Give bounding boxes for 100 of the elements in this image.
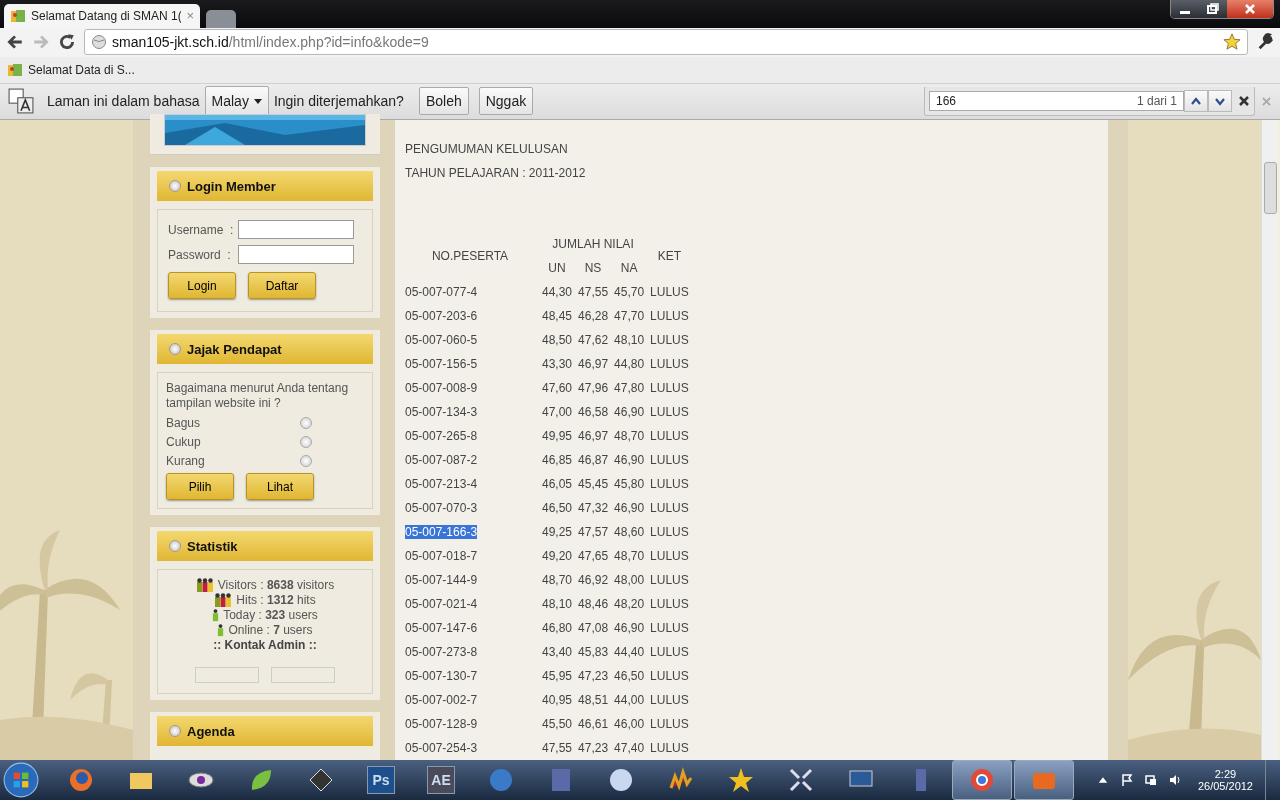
translate-button[interactable]: Boleh bbox=[418, 87, 469, 116]
table-cell-text: 47,96 bbox=[577, 380, 610, 397]
form-button[interactable]: Daftar bbox=[248, 272, 316, 299]
table-cell-text: LULUS bbox=[649, 452, 690, 469]
table-cell-text: 48,00 bbox=[613, 572, 646, 589]
radio-button[interactable] bbox=[300, 436, 312, 448]
stat-text: Visitors : 8638 visitors bbox=[217, 578, 335, 592]
bullet-icon bbox=[169, 343, 181, 355]
browser-tab[interactable] bbox=[206, 9, 236, 28]
column-header: JUMLAH NILAI bbox=[551, 236, 635, 253]
minimize-button[interactable] bbox=[1171, 0, 1199, 18]
table-cell: 05-007-021-4 bbox=[405, 597, 478, 611]
table-cell-text: 47,23 bbox=[577, 668, 610, 685]
reload-icon[interactable] bbox=[58, 33, 76, 52]
radio-button[interactable] bbox=[300, 417, 312, 429]
table-cell-text: 46,90 bbox=[613, 404, 646, 421]
table-cell-text: 46,90 bbox=[613, 452, 646, 469]
table-cell-text: LULUS bbox=[649, 500, 690, 517]
table-cell: 05-007-147-6 bbox=[405, 621, 478, 635]
table-cell-text: 43,30 bbox=[541, 356, 574, 373]
column-header: KET bbox=[656, 248, 683, 265]
table-cell-text: 48,50 bbox=[541, 332, 574, 349]
option-label: Bagus bbox=[166, 416, 201, 430]
clock[interactable]: 2:29 26/05/2012 bbox=[1197, 768, 1253, 792]
table-cell-text: 46,00 bbox=[613, 716, 646, 733]
close-icon[interactable] bbox=[1238, 94, 1250, 107]
input-field[interactable] bbox=[238, 220, 354, 239]
form-button[interactable]: Login bbox=[168, 272, 236, 299]
table-cell-text: 45,45 bbox=[577, 476, 610, 493]
table-cell-text: LULUS bbox=[649, 596, 690, 613]
language-dropdown[interactable]: Malay bbox=[204, 86, 269, 117]
people-icon bbox=[214, 593, 233, 607]
bookmark-item[interactable]: Selamat Data di S... bbox=[7, 61, 135, 78]
radio-button[interactable] bbox=[300, 455, 312, 467]
scroll-thumb[interactable] bbox=[1264, 162, 1277, 214]
form-button[interactable]: Pilih bbox=[166, 473, 234, 500]
address-bar[interactable]: sman105-jkt.sch.id/html/index.php?id=info&kode=9 bbox=[84, 29, 1248, 56]
table-cell-text: 46,05 bbox=[541, 476, 574, 493]
translate-button[interactable]: Nggak bbox=[478, 87, 534, 116]
table-cell-text: 46,90 bbox=[613, 620, 646, 637]
table-cell-text: LULUS bbox=[649, 548, 690, 565]
table-cell: 05-007-077-4 bbox=[405, 285, 478, 299]
school-icon bbox=[7, 61, 23, 78]
table-cell-text: 45,80 bbox=[613, 476, 646, 493]
table-cell: 05-007-130-7 bbox=[405, 669, 478, 683]
table-cell-text: 45,70 bbox=[613, 284, 646, 301]
table-cell-text: 46,87 bbox=[577, 452, 610, 469]
table-cell-text: LULUS bbox=[649, 668, 690, 685]
school-icon bbox=[10, 7, 26, 24]
table-cell-text: LULUS bbox=[649, 332, 690, 349]
table-cell-text: 47,60 bbox=[541, 380, 574, 397]
input-field[interactable] bbox=[238, 245, 354, 264]
table-cell: 05-007-203-6 bbox=[405, 309, 478, 323]
input-field[interactable] bbox=[271, 667, 335, 683]
table-cell-text: LULUS bbox=[649, 380, 690, 397]
input-field[interactable] bbox=[195, 667, 259, 683]
restore-button[interactable] bbox=[1199, 0, 1227, 18]
table-cell-text: 46,61 bbox=[577, 716, 610, 733]
table-cell-text: 46,85 bbox=[541, 452, 574, 469]
arrows-icon bbox=[787, 766, 815, 794]
table-cell: 05-007-156-5 bbox=[405, 357, 478, 371]
table-cell-text: 47,62 bbox=[577, 332, 610, 349]
table-cell: 05-007-070-3 bbox=[405, 501, 478, 515]
column-header: NO.PESERTA bbox=[430, 248, 510, 265]
scrollbar[interactable] bbox=[1261, 120, 1278, 760]
form-button[interactable]: Lihat bbox=[246, 473, 314, 500]
table-cell-text: 46,28 bbox=[577, 308, 610, 325]
column-header: UN bbox=[547, 260, 567, 277]
table-cell-text: 46,50 bbox=[613, 668, 646, 685]
table-cell-text: 47,70 bbox=[613, 308, 646, 325]
next-match-button[interactable] bbox=[1208, 89, 1232, 112]
table-cell-text: LULUS bbox=[649, 356, 690, 373]
table-cell-text: 46,90 bbox=[613, 500, 646, 517]
speaker-icon[interactable] bbox=[1167, 773, 1182, 787]
bullet-icon bbox=[169, 540, 181, 552]
previous-match-button[interactable] bbox=[1184, 89, 1208, 112]
bullet-icon bbox=[169, 180, 181, 192]
stat-text: Today : 323 users bbox=[223, 608, 318, 622]
bullet-icon bbox=[169, 725, 181, 737]
table-cell-text: 46,97 bbox=[577, 428, 610, 445]
close-button[interactable] bbox=[1227, 0, 1273, 18]
field-label: Password : bbox=[168, 247, 232, 262]
table-cell-text: 45,50 bbox=[541, 716, 574, 733]
stat-text: Hits : 1312 hits bbox=[236, 593, 316, 607]
column-header: NA bbox=[619, 260, 639, 277]
table-cell-text: 48,46 bbox=[577, 596, 610, 613]
flag-icon[interactable] bbox=[1119, 773, 1134, 787]
taskbar-button[interactable]: AE bbox=[412, 761, 470, 799]
start-button[interactable] bbox=[2, 761, 40, 799]
browser-tab[interactable]: Selamat Datang di SMAN 1( × bbox=[4, 3, 200, 28]
find-field[interactable]: 166 1 dari 1 bbox=[929, 90, 1184, 111]
star-icon[interactable] bbox=[1223, 33, 1241, 52]
wrench-icon[interactable] bbox=[1256, 33, 1274, 52]
taskbar-button[interactable]: Ps bbox=[352, 761, 410, 799]
contact-admin-link[interactable]: :: Kontak Admin :: bbox=[213, 638, 317, 652]
table-cell-text: 49,95 bbox=[541, 428, 574, 445]
table-cell-text: 47,65 bbox=[577, 548, 610, 565]
table-cell-text: 46,80 bbox=[541, 620, 574, 637]
table-cell: 05-007-265-8 bbox=[405, 429, 478, 443]
network-icon[interactable] bbox=[1143, 773, 1158, 787]
